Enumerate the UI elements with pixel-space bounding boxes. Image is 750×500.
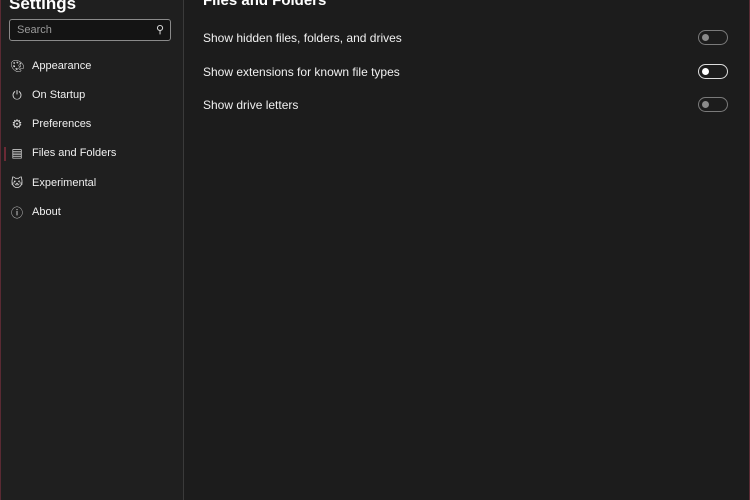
setting-label: Show hidden files, folders, and drives	[203, 31, 402, 45]
sidebar-item-label: Preferences	[32, 118, 92, 130]
gear-icon: ⚙	[11, 117, 23, 131]
search-input[interactable]: Search ⚲	[9, 19, 171, 41]
sidebar: Settings Search ⚲ 🎨︎ Appearance ⏻ On Start…	[0, 0, 184, 500]
setting-show-hidden: Show hidden files, folders, and drives	[203, 28, 733, 48]
setting-label: Show extensions for known file types	[203, 65, 400, 79]
search-placeholder: Search	[17, 24, 52, 36]
sidebar-item-on-startup[interactable]: ⏻ On Startup	[1, 82, 184, 108]
sidebar-item-preferences[interactable]: ⚙ Preferences	[1, 111, 184, 137]
section-heading: Files and Folders	[203, 0, 327, 9]
sidebar-item-files-and-folders[interactable]: ▤ Files and Folders	[1, 140, 184, 166]
drive-icon: ▤	[11, 146, 23, 160]
sidebar-item-label: Files and Folders	[32, 147, 117, 159]
page-title: Settings	[9, 0, 77, 13]
toggle-show-hidden[interactable]	[698, 30, 728, 45]
cat-icon: 🐱︎	[10, 176, 24, 190]
power-icon: ⏻	[12, 87, 22, 102]
sidebar-item-label: Appearance	[32, 60, 92, 72]
palette-icon: 🎨︎	[10, 59, 26, 73]
toggle-show-drive-letters[interactable]	[698, 97, 728, 112]
setting-label: Show drive letters	[203, 98, 299, 112]
sidebar-item-appearance[interactable]: 🎨︎ Appearance	[1, 53, 184, 79]
search-icon[interactable]: ⚲	[156, 23, 164, 36]
setting-show-extensions: Show extensions for known file types	[203, 62, 733, 82]
sidebar-item-label: About	[32, 206, 61, 218]
sidebar-item-label: On Startup	[32, 89, 86, 101]
toggle-show-extensions[interactable]	[698, 64, 728, 79]
sidebar-item-experimental[interactable]: 🐱︎ Experimental	[1, 170, 184, 196]
info-icon: ⓘ	[10, 205, 23, 220]
sidebar-item-label: Experimental	[32, 177, 97, 189]
sidebar-item-about[interactable]: ⓘ About	[1, 199, 184, 225]
setting-show-drive-letters: Show drive letters	[203, 95, 733, 115]
